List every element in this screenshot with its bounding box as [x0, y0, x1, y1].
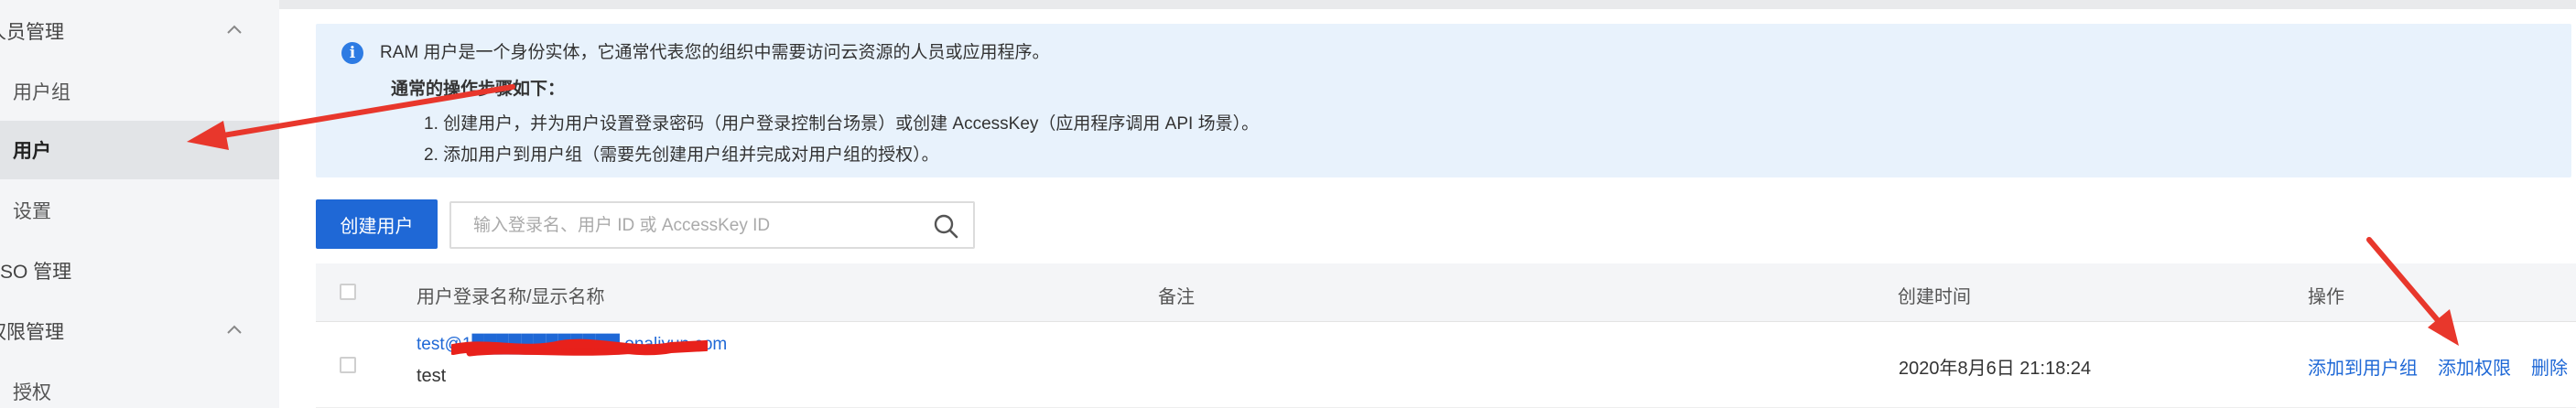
sidebar-group-people[interactable]: 人员管理: [0, 2, 266, 60]
column-header-login-name[interactable]: 用户登录名称/显示名称: [417, 282, 605, 308]
search-icon[interactable]: [933, 213, 958, 239]
sidebar-item-label: 用户: [13, 141, 51, 162]
create-user-button[interactable]: 创建用户: [316, 199, 438, 249]
user-display-name: test: [417, 366, 447, 386]
main-content: i RAM 用户是一个身份实体，它通常代表您的组织中需要访问云资源的人员或应用程…: [279, 0, 2576, 408]
table-row: test@1████████████.onaliyun.com test 202…: [316, 322, 2576, 408]
redaction-mark: [448, 337, 711, 359]
sidebar-group-permissions[interactable]: 权限管理: [0, 302, 266, 360]
sidebar-item-sso[interactable]: SSO 管理: [0, 242, 266, 300]
search-input[interactable]: [473, 214, 913, 238]
sidebar: 人员管理 用户组 用户 设置 SSO 管理 权限管理 授权: [0, 0, 279, 408]
sidebar-group-label: 人员管理: [0, 22, 64, 43]
chevron-up-icon: [227, 25, 242, 34]
add-to-group-link[interactable]: 添加到用户组: [2308, 353, 2418, 380]
top-strip: [279, 0, 2576, 9]
chevron-up-icon: [227, 325, 242, 334]
sidebar-item-label: 设置: [13, 201, 51, 222]
info-icon: i: [341, 42, 363, 64]
notice-step-1: 1. 创建用户，并为用户设置登录密码（用户登录控制台场景）或创建 AccessK…: [424, 114, 1260, 134]
sidebar-item-user-groups[interactable]: 用户组: [0, 62, 279, 121]
sidebar-group-label: 权限管理: [0, 322, 64, 343]
column-header-actions: 操作: [2308, 287, 2344, 307]
notice-step-2: 2. 添加用户到用户组（需要先创建用户组并完成对用户组的授权）。: [424, 145, 939, 165]
table-header: 用户登录名称/显示名称 备注 创建时间 操作: [316, 263, 2576, 322]
sidebar-item-settings[interactable]: 设置: [0, 181, 279, 240]
delete-link[interactable]: 删除: [2531, 353, 2568, 380]
notice-steps-title: 通常的操作步骤如下：: [391, 80, 566, 99]
notice-intro: RAM 用户是一个身份实体，它通常代表您的组织中需要访问云资源的人员或应用程序。: [380, 43, 1050, 62]
column-header-created[interactable]: 创建时间: [1898, 282, 1971, 308]
sidebar-item-users[interactable]: 用户: [0, 121, 279, 179]
add-permission-link[interactable]: 添加权限: [2438, 353, 2511, 380]
row-checkbox[interactable]: [340, 357, 356, 373]
sidebar-item-grant[interactable]: 授权: [0, 362, 279, 408]
search-box: [449, 201, 975, 249]
sidebar-item-label: SSO 管理: [0, 262, 72, 283]
column-header-remark: 备注: [1158, 287, 1195, 307]
sidebar-item-label: 用户组: [13, 82, 70, 103]
user-created-time: 2020年8月6日 21:18:24: [1899, 359, 2092, 379]
select-all-checkbox[interactable]: [340, 284, 356, 300]
info-notice: i RAM 用户是一个身份实体，它通常代表您的组织中需要访问云资源的人员或应用程…: [316, 24, 2571, 177]
sidebar-item-label: 授权: [13, 382, 51, 403]
